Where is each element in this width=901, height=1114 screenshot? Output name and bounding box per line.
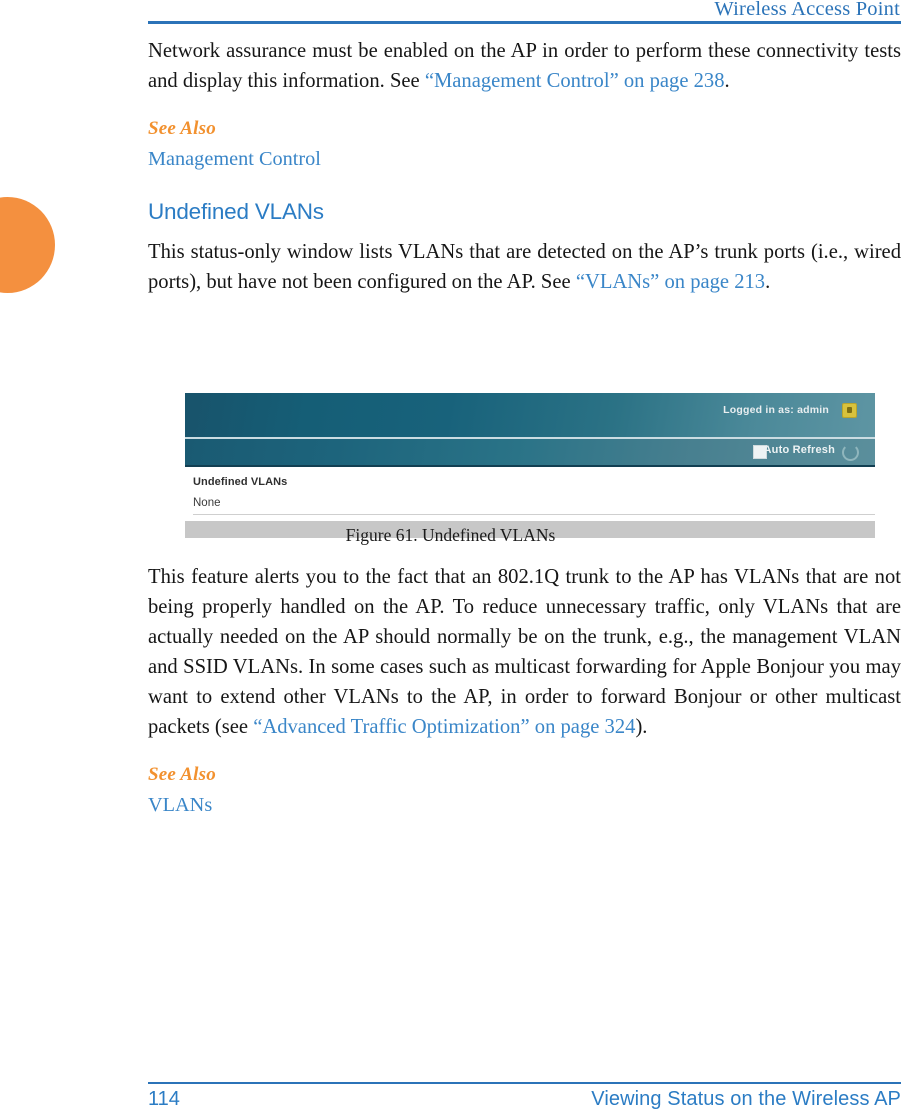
app-hairline — [193, 514, 875, 515]
see-also-label-1: See Also — [148, 118, 216, 139]
see-also-link-management-control[interactable]: Management Control — [148, 148, 901, 171]
refresh-icon[interactable] — [842, 444, 859, 461]
intro-paragraph: Network assurance must be enabled on the… — [148, 36, 901, 96]
logged-in-status: Logged in as: admin — [723, 404, 829, 416]
app-content-area: Undefined VLANs None — [185, 467, 875, 521]
app-toolbar-band: Auto Refresh — [185, 439, 875, 467]
header-title: Wireless Access Point — [714, 0, 900, 20]
app-panel-heading: Undefined VLANs — [193, 476, 288, 488]
link-vlans-page213[interactable]: “VLANs” on page 213 — [576, 271, 765, 293]
lock-icon[interactable] — [842, 403, 857, 418]
link-advanced-traffic-optimization-page324[interactable]: “Advanced Traffic Optimization” on page … — [253, 716, 635, 738]
detail-paragraph: This feature alerts you to the fact that… — [148, 562, 901, 742]
detail-paragraph-text-before: This feature alerts you to the fact that… — [148, 566, 901, 738]
footer-page-number: 114 — [148, 1088, 180, 1110]
section-paragraph-text-after: . — [765, 271, 771, 293]
link-management-control-page238[interactable]: “Management Control” on page 238 — [425, 70, 725, 92]
section-paragraph: This status-only window lists VLANs that… — [148, 237, 901, 297]
figure-undefined-vlans: Logged in as: admin Auto Refresh Undefin… — [185, 393, 875, 538]
auto-refresh-label: Auto Refresh — [763, 444, 835, 456]
footer-section-title: Viewing Status on the Wireless AP — [591, 1088, 901, 1110]
footer-rule — [148, 1082, 901, 1084]
see-also-link-vlans[interactable]: VLANs — [148, 794, 901, 817]
section-paragraph-text-before: This status-only window lists VLANs that… — [148, 241, 901, 293]
document-page: Wireless Access Point Network assurance … — [0, 0, 901, 1114]
app-panel-value: None — [193, 497, 221, 509]
app-screenshot: Logged in as: admin Auto Refresh Undefin… — [185, 393, 875, 538]
see-also-label-2: See Also — [148, 764, 216, 785]
chapter-thumb-tab — [0, 197, 55, 293]
figure-caption: Figure 61. Undefined VLANs — [345, 525, 556, 545]
app-header-band: Logged in as: admin — [185, 393, 875, 437]
detail-paragraph-text-after: ). — [635, 716, 648, 738]
section-heading-undefined-vlans: Undefined VLANs — [148, 199, 324, 224]
content-upper: Network assurance must be enabled on the… — [148, 36, 901, 297]
intro-paragraph-text-after: . — [724, 70, 730, 92]
header-rule — [148, 21, 901, 24]
content-lower: This feature alerts you to the fact that… — [148, 562, 901, 817]
